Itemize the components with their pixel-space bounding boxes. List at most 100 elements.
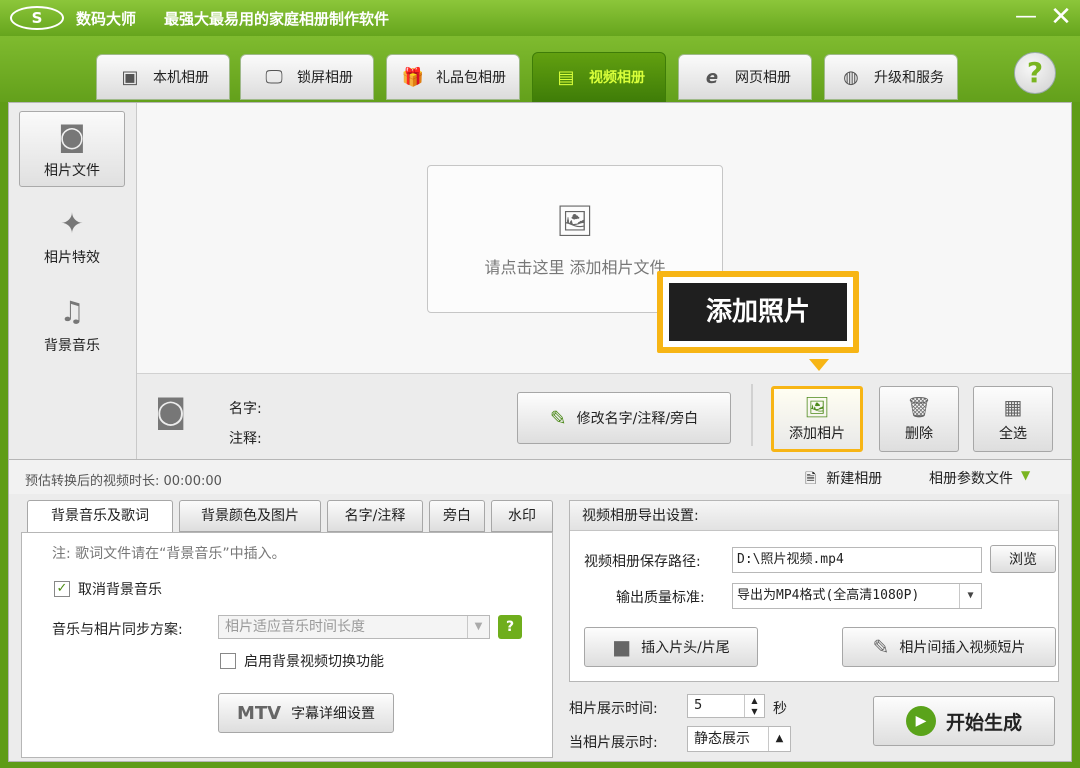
play-icon: ▶ bbox=[905, 706, 936, 736]
music-settings-panel: 注: 歌词文件请在“背景音乐”中插入。 ✓ 取消背景音乐 音乐与相片同步方案: … bbox=[21, 532, 553, 758]
album-params-menu[interactable]: 相册参数文件 ▼ bbox=[929, 468, 1030, 488]
display-time-label: 相片展示时间: bbox=[569, 701, 658, 717]
add-image-icon: 🖼 bbox=[555, 204, 595, 239]
delete-button-label: 删除 bbox=[905, 426, 933, 442]
rename-button-label: 修改名字/注释/旁白 bbox=[576, 411, 699, 427]
main-nav: ▣ 本机相册 🖵 锁屏相册 🎁 礼品包相册 ▤ 视频相册 e 网页相册 ◍ 升级… bbox=[0, 36, 1080, 102]
add-image-icon: 🖼 bbox=[804, 395, 830, 419]
main-panel: ◙ 相片文件 ✦ 相片特效 ♫ 背景音乐 🖼 请点击这里 添加相片文件 ◙ 名字… bbox=[8, 102, 1072, 460]
video-camera-icon: ■ bbox=[612, 635, 632, 659]
tab-label: 礼品包相册 bbox=[436, 70, 506, 86]
minimize-icon[interactable]: — bbox=[1014, 4, 1038, 30]
select-all-button[interactable]: ▦ 全选 bbox=[973, 386, 1053, 452]
sidebar-item-background-music[interactable]: ♫ 背景音乐 bbox=[19, 287, 125, 363]
edit-icon: ✎ bbox=[549, 406, 567, 430]
left-sidebar: ◙ 相片文件 ✦ 相片特效 ♫ 背景音乐 bbox=[9, 103, 137, 459]
photo-detail-bar: ◙ 名字: 注释: ✎ 修改名字/注释/旁白 🖼 添加相片 🗑 删除 ▦ 全选 bbox=[137, 373, 1071, 459]
help-icon[interactable]: ? bbox=[498, 615, 522, 639]
globe-icon: ◍ bbox=[843, 66, 859, 88]
tab-lockscreen-album[interactable]: 🖵 锁屏相册 bbox=[240, 54, 374, 100]
spinner-icon[interactable]: ▲ ▼ bbox=[744, 695, 764, 717]
path-label: 视频相册保存路径: bbox=[584, 554, 701, 570]
tab-label: 网页相册 bbox=[735, 70, 791, 86]
video-switch-label: 启用背景视频切换功能 bbox=[244, 654, 384, 670]
tab-upgrade-service[interactable]: ◍ 升级和服务 bbox=[824, 54, 958, 100]
new-album-button[interactable]: 🗎 新建相册 bbox=[805, 468, 882, 492]
insert-intro-outro-button[interactable]: ■ 插入片头/片尾 bbox=[584, 627, 758, 667]
dropdown-arrow-icon: ▼ bbox=[1021, 468, 1031, 482]
new-album-label: 新建相册 bbox=[826, 471, 883, 487]
tab-web-album[interactable]: e 网页相册 bbox=[678, 54, 812, 100]
album-params-label: 相册参数文件 bbox=[929, 471, 1013, 487]
effects-icon: ✦ bbox=[60, 207, 84, 240]
start-generate-button[interactable]: ▶ 开始生成 bbox=[873, 696, 1055, 746]
settings-area: 背景音乐及歌词 背景颜色及图片 名字/注释 旁白 水印 注: 歌词文件请在“背景… bbox=[8, 494, 1072, 762]
display-mode-label: 当相片展示时: bbox=[569, 735, 658, 751]
quality-select-value: 导出为MP4格式(全高清1080P) bbox=[737, 588, 920, 603]
callout-pointer bbox=[809, 359, 829, 371]
name-label: 名字: bbox=[229, 401, 262, 417]
tab-label: 锁屏相册 bbox=[297, 70, 353, 86]
tab-watermark[interactable]: 水印 bbox=[491, 500, 553, 532]
chevron-down-icon: ▼ bbox=[959, 584, 981, 608]
tab-label: 视频相册 bbox=[589, 70, 645, 86]
add-photo-button[interactable]: 🖼 添加相片 bbox=[771, 386, 863, 452]
tab-name-note[interactable]: 名字/注释 bbox=[327, 500, 423, 532]
display-time-stepper[interactable]: 5 ▲ ▼ bbox=[687, 694, 765, 718]
chevron-up-icon: ▲ bbox=[768, 727, 790, 751]
sidebar-item-photo-effects[interactable]: ✦ 相片特效 bbox=[19, 199, 125, 275]
app-slogan: 最强大最易用的家庭相册制作软件 bbox=[164, 10, 390, 28]
sidebar-item-label: 相片特效 bbox=[44, 250, 100, 266]
sidebar-item-label: 相片文件 bbox=[44, 163, 100, 179]
tab-label: 本机相册 bbox=[153, 70, 209, 86]
browse-button[interactable]: 浏览 bbox=[990, 545, 1056, 573]
sidebar-item-label: 背景音乐 bbox=[44, 338, 100, 354]
seconds-unit: 秒 bbox=[773, 701, 787, 717]
tab-local-album[interactable]: ▣ 本机相册 bbox=[96, 54, 230, 100]
ie-icon: e bbox=[705, 66, 719, 88]
estimated-duration: 预估转换后的视频时长: 00:00:00 bbox=[25, 474, 222, 489]
export-title: 视频相册导出设置: bbox=[570, 501, 1058, 531]
tab-gift-album[interactable]: 🎁 礼品包相册 bbox=[386, 54, 520, 100]
display-mode-select[interactable]: 静态展示 ▲ bbox=[687, 726, 791, 752]
sync-select-value: 相片适应音乐时间长度 bbox=[225, 619, 365, 635]
close-icon[interactable]: ✕ bbox=[1048, 2, 1074, 32]
delete-button[interactable]: 🗑 删除 bbox=[879, 386, 959, 452]
rename-button[interactable]: ✎ 修改名字/注释/旁白 bbox=[517, 392, 731, 444]
film-icon: ▤ bbox=[557, 66, 575, 88]
document-icon: 🗎 bbox=[805, 471, 817, 487]
add-photo-button-label: 添加相片 bbox=[789, 426, 845, 442]
cancel-music-checkbox[interactable]: ✓ bbox=[54, 581, 70, 597]
video-switch-checkbox[interactable] bbox=[220, 653, 236, 669]
quality-label: 输出质量标准: bbox=[616, 590, 705, 606]
grid-icon: ▦ bbox=[1003, 395, 1023, 419]
cancel-music-label: 取消背景音乐 bbox=[78, 582, 162, 598]
edit-icon: ✎ bbox=[872, 635, 890, 659]
music-note-icon: ♫ bbox=[59, 295, 85, 328]
tab-bg-color-image[interactable]: 背景颜色及图片 bbox=[179, 500, 321, 532]
subtitle-settings-button[interactable]: MTV 字幕详细设置 bbox=[218, 693, 394, 733]
display-time-value: 5 bbox=[694, 698, 703, 713]
camera-placeholder-icon: ◙ bbox=[155, 392, 187, 430]
insert-clip-button[interactable]: ✎ 相片间插入视频短片 bbox=[842, 627, 1056, 667]
display-mode-value: 静态展示 bbox=[694, 731, 750, 747]
sync-label: 音乐与相片同步方案: bbox=[52, 622, 183, 638]
save-path-input[interactable]: D:\照片视频.mp4 bbox=[732, 547, 982, 573]
subtitle-settings-label: 字幕详细设置 bbox=[291, 706, 376, 722]
add-photo-callout: 添加照片 bbox=[657, 271, 859, 353]
export-settings-panel: 视频相册导出设置: 视频相册保存路径: D:\照片视频.mp4 浏览 输出质量标… bbox=[569, 500, 1059, 682]
tab-video-album[interactable]: ▤ 视频相册 bbox=[532, 52, 666, 102]
help-icon[interactable]: ? bbox=[1014, 52, 1056, 94]
monitor-icon: 🖵 bbox=[265, 66, 283, 88]
sync-select[interactable]: 相片适应音乐时间长度 ▼ bbox=[218, 615, 490, 639]
status-strip: 预估转换后的视频时长: 00:00:00 🗎 新建相册 相册参数文件 ▼ bbox=[8, 460, 1072, 494]
tab-music-lyrics[interactable]: 背景音乐及歌词 bbox=[27, 500, 173, 534]
tab-label: 升级和服务 bbox=[874, 70, 944, 86]
camera-icon: ◙ bbox=[58, 120, 86, 153]
photo-list-area[interactable]: 🖼 请点击这里 添加相片文件 bbox=[137, 103, 1071, 373]
sidebar-item-photo-files[interactable]: ◙ 相片文件 bbox=[19, 111, 125, 187]
divider bbox=[751, 384, 753, 446]
select-all-button-label: 全选 bbox=[999, 426, 1027, 442]
tab-narration[interactable]: 旁白 bbox=[429, 500, 485, 532]
quality-select[interactable]: 导出为MP4格式(全高清1080P) ▼ bbox=[732, 583, 982, 609]
